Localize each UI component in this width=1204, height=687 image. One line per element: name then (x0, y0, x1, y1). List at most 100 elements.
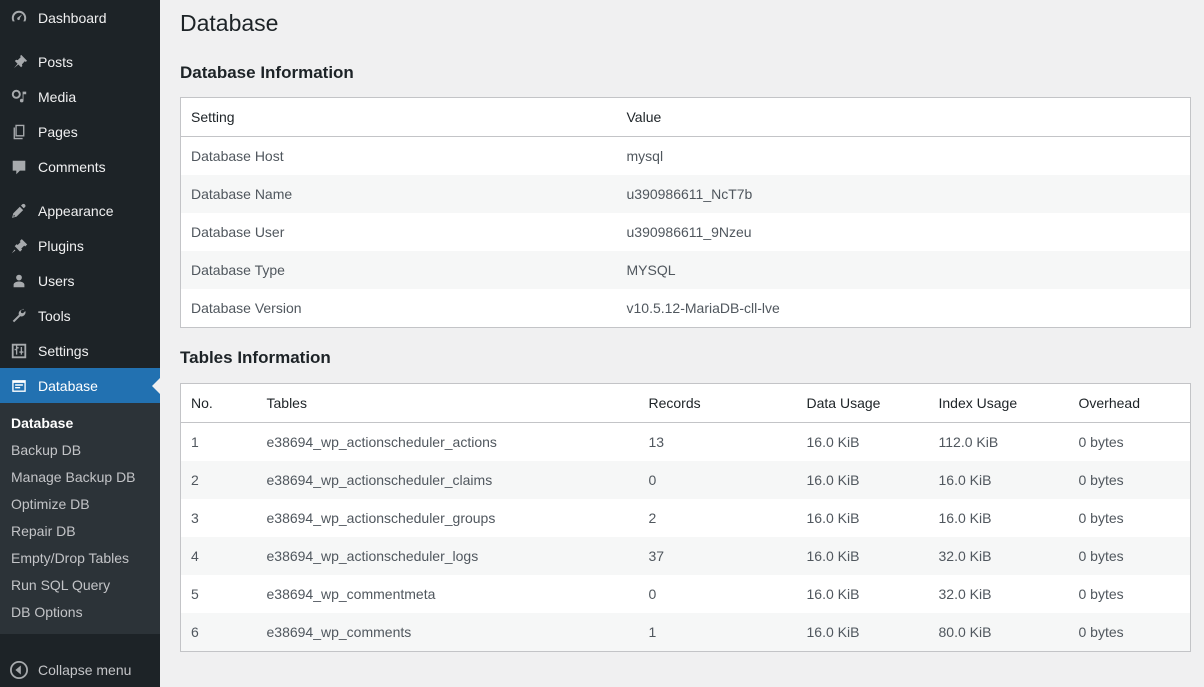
table-cell: 0 bytes (1069, 537, 1191, 575)
table-row: 2e38694_wp_actionscheduler_claims016.0 K… (181, 461, 1191, 499)
sidebar-item-label: Appearance (38, 204, 114, 218)
appearance-icon (9, 201, 29, 221)
submenu-item-repair-db[interactable]: Repair DB (0, 518, 160, 545)
table-row: 5e38694_wp_commentmeta016.0 KiB32.0 KiB0… (181, 575, 1191, 613)
table-cell: 0 (639, 461, 797, 499)
sidebar-item-settings[interactable]: Settings (0, 333, 160, 368)
table-cell: 1 (639, 613, 797, 652)
table-header-row: SettingValue (181, 98, 1191, 137)
admin-sidebar: Dashboard Posts Media Pages Comments Appearan… (0, 0, 160, 687)
users-icon (9, 271, 29, 291)
table-cell: 16.0 KiB (929, 499, 1069, 537)
table-cell: e38694_wp_comments (257, 613, 639, 652)
table-cell: e38694_wp_actionscheduler_logs (257, 537, 639, 575)
sidebar-item-label: Comments (38, 160, 106, 174)
table-row: Database Nameu390986611_NcT7b (181, 175, 1191, 213)
column-header: Overhead (1069, 383, 1191, 422)
table-cell: 0 bytes (1069, 461, 1191, 499)
submenu-item-database[interactable]: Database (0, 410, 160, 437)
sidebar-item-label: Users (38, 274, 75, 288)
table-row: Database Useru390986611_9Nzeu (181, 213, 1191, 251)
table-cell: 2 (181, 461, 257, 499)
table-row: Database TypeMYSQL (181, 251, 1191, 289)
table-cell: 0 bytes (1069, 422, 1191, 461)
table-cell: 0 bytes (1069, 575, 1191, 613)
sidebar-item-users[interactable]: Users (0, 263, 160, 298)
sidebar-item-pages[interactable]: Pages (0, 114, 160, 149)
menu-separator (0, 35, 160, 44)
sidebar-item-posts[interactable]: Posts (0, 44, 160, 79)
table-cell: Database Host (181, 137, 617, 176)
table-cell: 16.0 KiB (797, 613, 929, 652)
settings-icon (9, 341, 29, 361)
table-cell: v10.5.12-MariaDB-cll-lve (617, 289, 1191, 328)
collapse-menu-label: Collapse menu (38, 662, 131, 678)
table-row: 4e38694_wp_actionscheduler_logs3716.0 Ki… (181, 537, 1191, 575)
table-cell: Database Name (181, 175, 617, 213)
column-header: Data Usage (797, 383, 929, 422)
table-cell: 32.0 KiB (929, 575, 1069, 613)
sidebar-item-label: Dashboard (38, 11, 107, 25)
submenu-item-backup-db[interactable]: Backup DB (0, 437, 160, 464)
sidebar-item-database[interactable]: Database (0, 368, 160, 403)
submenu-item-optimize-db[interactable]: Optimize DB (0, 491, 160, 518)
comments-icon (9, 157, 29, 177)
sidebar-item-tools[interactable]: Tools (0, 298, 160, 333)
table-cell: 0 bytes (1069, 499, 1191, 537)
media-icon (9, 87, 29, 107)
table-cell: u390986611_NcT7b (617, 175, 1191, 213)
sidebar-item-media[interactable]: Media (0, 79, 160, 114)
table-cell: 1 (181, 422, 257, 461)
database-icon (9, 376, 29, 396)
sidebar-item-label: Media (38, 90, 76, 104)
table-cell: 112.0 KiB (929, 422, 1069, 461)
sidebar-item-appearance[interactable]: Appearance (0, 193, 160, 228)
submenu-item-run-sql-query[interactable]: Run SQL Query (0, 572, 160, 599)
admin-menu: Dashboard Posts Media Pages Comments Appearan… (0, 0, 160, 403)
pages-icon (9, 122, 29, 142)
table-cell: 16.0 KiB (929, 461, 1069, 499)
table-cell: 80.0 KiB (929, 613, 1069, 652)
table-cell: e38694_wp_actionscheduler_groups (257, 499, 639, 537)
table-cell: u390986611_9Nzeu (617, 213, 1191, 251)
sidebar-item-label: Database (38, 379, 98, 393)
sidebar-item-label: Settings (38, 344, 89, 358)
database-submenu: DatabaseBackup DBManage Backup DBOptimiz… (0, 403, 160, 634)
pin-icon (9, 52, 29, 72)
column-header: Value (617, 98, 1191, 137)
table-cell: 16.0 KiB (797, 575, 929, 613)
submenu-item-empty-drop-tables[interactable]: Empty/Drop Tables (0, 545, 160, 572)
collapse-arrow-icon (9, 660, 29, 680)
table-cell: MYSQL (617, 251, 1191, 289)
table-row: 3e38694_wp_actionscheduler_groups216.0 K… (181, 499, 1191, 537)
collapse-menu-button[interactable]: Collapse menu (0, 652, 160, 687)
table-cell: 37 (639, 537, 797, 575)
plugins-icon (9, 236, 29, 256)
tables-information-heading: Tables Information (180, 328, 1190, 382)
table-cell: 0 bytes (1069, 613, 1191, 652)
submenu-item-manage-backup-db[interactable]: Manage Backup DB (0, 464, 160, 491)
table-cell: 2 (639, 499, 797, 537)
column-header: Records (639, 383, 797, 422)
table-row: Database Hostmysql (181, 137, 1191, 176)
tables-information-table: No.TablesRecordsData UsageIndex UsageOve… (180, 383, 1191, 652)
column-header: Tables (257, 383, 639, 422)
column-header: Setting (181, 98, 617, 137)
table-cell: 16.0 KiB (797, 461, 929, 499)
table-row: 1e38694_wp_actionscheduler_actions1316.0… (181, 422, 1191, 461)
main-content: Database Database Information SettingVal… (160, 0, 1204, 687)
database-information-heading: Database Information (180, 43, 1190, 97)
table-cell: e38694_wp_actionscheduler_actions (257, 422, 639, 461)
page-title: Database (180, 0, 1190, 43)
table-cell: e38694_wp_actionscheduler_claims (257, 461, 639, 499)
sidebar-item-label: Tools (38, 309, 71, 323)
table-cell: 16.0 KiB (797, 499, 929, 537)
submenu-item-db-options[interactable]: DB Options (0, 599, 160, 626)
table-cell: 16.0 KiB (797, 537, 929, 575)
sidebar-item-dashboard[interactable]: Dashboard (0, 0, 160, 35)
table-row: Database Versionv10.5.12-MariaDB-cll-lve (181, 289, 1191, 328)
sidebar-item-label: Pages (38, 125, 78, 139)
sidebar-item-plugins[interactable]: Plugins (0, 228, 160, 263)
table-cell: 13 (639, 422, 797, 461)
sidebar-item-comments[interactable]: Comments (0, 149, 160, 184)
